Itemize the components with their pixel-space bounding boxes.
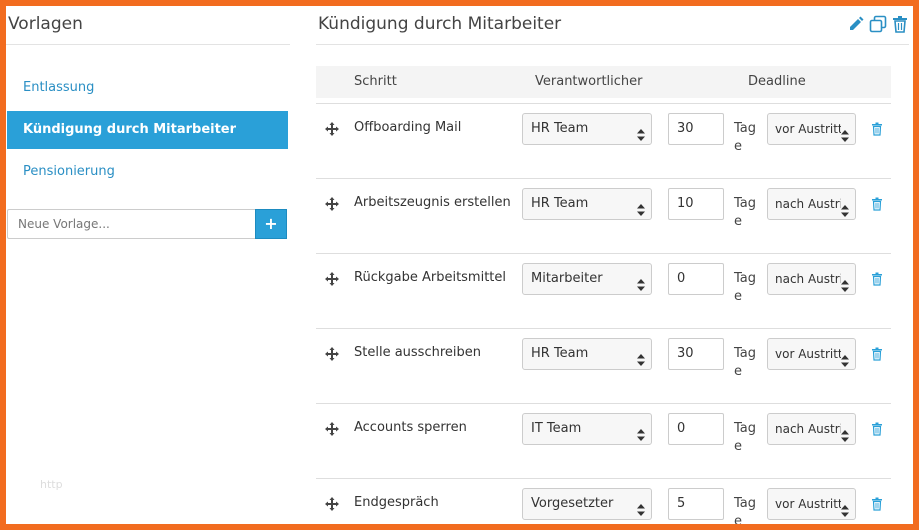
pencil-icon[interactable] (847, 15, 865, 33)
delete-step-icon[interactable] (871, 421, 883, 436)
templates-title: Vorlagen (8, 14, 83, 34)
days-unit-label: Tage (734, 271, 757, 304)
days-input[interactable]: 5 (668, 488, 724, 520)
deadline-relation-select[interactable]: nach Austritt (767, 263, 856, 295)
header-actions (847, 15, 909, 33)
days-input[interactable]: 10 (668, 188, 724, 220)
owner-select-value: HR Team (531, 121, 589, 136)
step-row: Endgespräch Vorgesetzter 5 Tage vor Austritt (316, 478, 891, 524)
owner-select-value: HR Team (531, 346, 589, 361)
delete-step-icon[interactable] (871, 121, 883, 136)
step-name: Rückgabe Arbeitsmittel (354, 270, 507, 285)
col-step: Schritt (354, 74, 397, 89)
days-unit-label: Tage (734, 121, 757, 154)
deadline-relation-value: nach Austritt (775, 197, 841, 211)
step-row: Stelle ausschreiben HR Team 30 Tage vor Aust… (316, 328, 891, 403)
step-row: Arbeitszeugnis erstellen HR Team 10 Tage nac… (316, 178, 891, 253)
copy-icon[interactable] (869, 15, 887, 33)
deadline-relation-value: nach Austritt (775, 272, 841, 286)
deadline-relation-select[interactable]: vor Austritt (767, 113, 856, 145)
drag-handle-icon[interactable] (324, 121, 340, 137)
step-name: Endgespräch (354, 495, 439, 510)
step-name: Arbeitszeugnis erstellen (354, 195, 511, 210)
owner-select[interactable]: Mitarbeiter (522, 263, 652, 295)
select-arrows-icon (637, 198, 645, 216)
select-arrows-icon (841, 498, 849, 517)
add-template-button[interactable]: + (255, 209, 287, 239)
owner-select-value: Vorgesetzter (531, 496, 614, 511)
new-template-input[interactable] (7, 209, 255, 239)
drag-handle-icon[interactable] (324, 496, 340, 512)
step-name: Accounts sperren (354, 420, 467, 435)
delete-step-icon[interactable] (871, 346, 883, 361)
select-arrows-icon (637, 348, 645, 366)
deadline-relation-value: vor Austritt (775, 347, 841, 361)
owner-select[interactable]: Vorgesetzter (522, 488, 652, 520)
drag-handle-icon[interactable] (324, 346, 340, 362)
days-input[interactable]: 0 (668, 263, 724, 295)
templates-panel: Vorlagen Entlassung Kündigung durch Mita… (6, 6, 296, 524)
template-item-kuendigung[interactable]: Kündigung durch Mitarbeiter (7, 111, 288, 149)
drag-handle-icon[interactable] (324, 421, 340, 437)
drag-handle-icon[interactable] (324, 196, 340, 212)
template-detail: Kündigung durch Mitarbeiter Schritt Vera… (316, 6, 913, 524)
owner-select-value: IT Team (531, 421, 582, 436)
template-item-entlassung[interactable]: Entlassung (7, 69, 288, 107)
select-arrows-icon (841, 198, 849, 217)
delete-step-icon[interactable] (871, 496, 883, 511)
step-row: Offboarding Mail HR Team 30 Tage vor Austrit… (316, 103, 891, 178)
page-title: Kündigung durch Mitarbeiter (318, 14, 562, 34)
select-arrows-icon (637, 423, 645, 441)
deadline-relation-select[interactable]: nach Austritt (767, 188, 856, 220)
step-row: Accounts sperren IT Team 0 Tage nach Austrit… (316, 403, 891, 478)
days-unit-label: Tage (734, 196, 757, 229)
delete-step-icon[interactable] (871, 196, 883, 211)
table-header: Schritt Verantwortlicher Deadline (316, 66, 891, 98)
template-item-pensionierung[interactable]: Pensionierung (7, 153, 288, 191)
divider (6, 44, 290, 45)
app-frame: Vorlagen Entlassung Kündigung durch Mita… (6, 6, 913, 524)
select-arrows-icon (841, 273, 849, 292)
col-owner: Verantwortlicher (535, 74, 643, 89)
owner-select-value: HR Team (531, 196, 589, 211)
trash-icon[interactable] (891, 15, 909, 33)
days-unit-label: Tage (734, 346, 757, 379)
step-row: Rückgabe Arbeitsmittel Mitarbeiter 0 Tage na… (316, 253, 891, 328)
days-input[interactable]: 30 (668, 338, 724, 370)
owner-select-value: Mitarbeiter (531, 271, 603, 286)
col-deadline: Deadline (748, 74, 806, 89)
step-name: Stelle ausschreiben (354, 345, 481, 360)
watermark: http (40, 478, 63, 491)
select-arrows-icon (637, 123, 645, 141)
drag-handle-icon[interactable] (324, 271, 340, 287)
days-input[interactable]: 30 (668, 113, 724, 145)
days-input[interactable]: 0 (668, 413, 724, 445)
deadline-relation-value: nach Austritt (775, 422, 841, 436)
select-arrows-icon (637, 273, 645, 291)
select-arrows-icon (841, 123, 849, 142)
days-unit-label: Tage (734, 421, 757, 454)
deadline-relation-value: vor Austritt (775, 497, 841, 511)
select-arrows-icon (841, 348, 849, 367)
owner-select[interactable]: HR Team (522, 338, 652, 370)
delete-step-icon[interactable] (871, 271, 883, 286)
deadline-relation-select[interactable]: vor Austritt (767, 488, 856, 520)
deadline-relation-select[interactable]: nach Austritt (767, 413, 856, 445)
owner-select[interactable]: HR Team (522, 113, 652, 145)
owner-select[interactable]: HR Team (522, 188, 652, 220)
divider (316, 44, 909, 45)
select-arrows-icon (841, 423, 849, 442)
step-name: Offboarding Mail (354, 120, 462, 135)
days-unit-label: Tage (734, 496, 757, 524)
deadline-relation-select[interactable]: vor Austritt (767, 338, 856, 370)
owner-select[interactable]: IT Team (522, 413, 652, 445)
deadline-relation-value: vor Austritt (775, 122, 841, 136)
select-arrows-icon (637, 498, 645, 516)
